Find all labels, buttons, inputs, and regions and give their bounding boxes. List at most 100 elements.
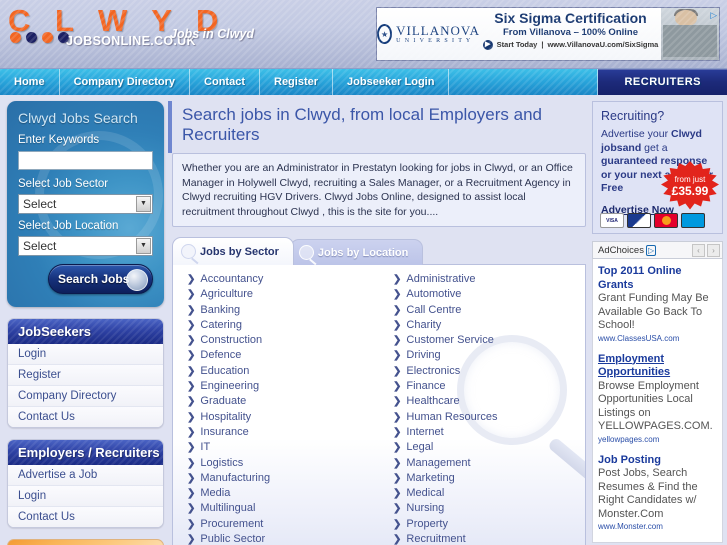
adchoices-label-wrap[interactable]: AdChoices ▷ bbox=[598, 244, 657, 256]
chevron-right-icon: ❯ bbox=[393, 304, 402, 316]
sector-link[interactable]: ❯ Electronics bbox=[393, 364, 585, 379]
sidebar-ad-title[interactable]: Top 2011 Online Grants bbox=[598, 265, 717, 292]
sector-link[interactable]: ❯ Medical bbox=[393, 486, 585, 501]
sector-link[interactable]: ❯ Logistics bbox=[187, 456, 379, 471]
chevron-right-icon: ❯ bbox=[393, 396, 402, 408]
adchoices-triangle-icon[interactable]: ▷ bbox=[710, 10, 717, 21]
search-title-strong: Clwyd Jobs bbox=[18, 110, 90, 126]
sector-link-label: Media bbox=[200, 487, 231, 500]
sidebar-ad-url[interactable]: yellowpages.com bbox=[598, 434, 717, 445]
sector-link[interactable]: ❯ Insurance bbox=[187, 425, 379, 440]
sector-link-label: IT bbox=[200, 441, 211, 454]
banner-advertiser-name: VILLANOVA bbox=[396, 23, 480, 39]
tab-jobs-by-sector[interactable]: Jobs by Sector bbox=[172, 237, 294, 265]
sector-link-label: Administrative bbox=[406, 273, 476, 285]
sector-link[interactable]: ❯ Banking bbox=[187, 303, 379, 318]
sector-link-label: Management bbox=[406, 456, 471, 469]
sector-link[interactable]: ❯ Marketing bbox=[393, 471, 585, 486]
sector-link-label: Healthcare bbox=[406, 395, 460, 408]
sector-link[interactable]: ❯ IT bbox=[187, 440, 379, 455]
sector-link[interactable]: ❯ Administrative bbox=[393, 272, 585, 287]
employers-link-advertise-a-job[interactable]: Advertise a Job bbox=[8, 464, 163, 486]
sector-link-label: Procurement bbox=[200, 517, 264, 530]
sector-link[interactable]: ❯ Engineering bbox=[187, 379, 379, 394]
sector-link[interactable]: ❯ Multilingual bbox=[187, 501, 379, 516]
sector-link-label: Legal bbox=[406, 441, 434, 454]
sector-link[interactable]: ❯ Driving bbox=[393, 348, 585, 363]
sector-link[interactable]: ❯ Property bbox=[393, 517, 585, 532]
jobseekers-link-login[interactable]: Login bbox=[8, 343, 163, 365]
sector-link[interactable]: ❯ Recruitment bbox=[393, 532, 585, 545]
nav-spacer bbox=[449, 69, 599, 95]
banner-ad[interactable]: ★ VILLANOVA U N I V E R S I T Y Six Sigm… bbox=[376, 7, 720, 61]
sector-link[interactable]: ❯ Hospitality bbox=[187, 410, 379, 425]
jobseekers-link-register[interactable]: Register bbox=[8, 364, 163, 386]
sector-link[interactable]: ❯ Education bbox=[187, 364, 379, 379]
sector-link[interactable]: ❯ Accountancy bbox=[187, 272, 379, 287]
sector-link[interactable]: ❯ Catering bbox=[187, 318, 379, 333]
sector-link[interactable]: ❯ Manufacturing bbox=[187, 471, 379, 486]
sector-link[interactable]: ❯ Media bbox=[187, 486, 379, 501]
chevron-down-icon: ▼ bbox=[136, 195, 151, 212]
sidebar-ad[interactable]: Top 2011 Online Grants Grant Funding May … bbox=[598, 265, 717, 344]
jobseekers-link-contact-us[interactable]: Contact Us bbox=[8, 406, 163, 427]
sector-link[interactable]: ❯ Graduate bbox=[187, 394, 379, 409]
sector-link-label: Internet bbox=[406, 425, 444, 438]
sector-link[interactable]: ❯ Finance bbox=[393, 379, 585, 394]
sector-link[interactable]: ❯ Internet bbox=[393, 425, 585, 440]
employers-link-login[interactable]: Login bbox=[8, 485, 163, 507]
location-select[interactable]: Select ▼ bbox=[18, 235, 153, 256]
nav-item-register[interactable]: Register bbox=[260, 69, 334, 95]
sector-link-label: Public Sector bbox=[200, 533, 266, 545]
ads-prev-button[interactable]: ‹ bbox=[692, 243, 705, 257]
sidebar-ad-title[interactable]: Caregiving Agency bbox=[598, 541, 717, 542]
price-badge-amount: £35.99 bbox=[671, 183, 709, 198]
sector-link[interactable]: ❯ Management bbox=[393, 456, 585, 471]
sector-link[interactable]: ❯ Defence bbox=[187, 348, 379, 363]
chevron-right-icon: ❯ bbox=[393, 503, 402, 515]
sector-select[interactable]: Select ▼ bbox=[18, 193, 153, 214]
sidebar-ad-body: Browse Employment Opportunities Local Li… bbox=[598, 379, 713, 433]
maestro-icon bbox=[681, 213, 705, 228]
jobseekers-link-company-directory[interactable]: Company Directory bbox=[8, 385, 163, 407]
sector-link-label: Hospitality bbox=[200, 410, 252, 423]
chevron-right-icon: ❯ bbox=[187, 396, 196, 408]
nav-item-jobseeker-login[interactable]: Jobseeker Login bbox=[333, 69, 450, 95]
sector-link[interactable]: ❯ Legal bbox=[393, 440, 585, 455]
ads-next-button[interactable]: › bbox=[707, 243, 720, 257]
sector-link[interactable]: ❯ Construction bbox=[187, 333, 379, 348]
search-jobs-button[interactable]: Search Jobs bbox=[48, 263, 153, 294]
sector-link[interactable]: ❯ Human Resources bbox=[393, 410, 585, 425]
banner-advertiser: ★ VILLANOVA U N I V E R S I T Y bbox=[377, 8, 480, 60]
sidebar-ads-list: Top 2011 Online Grants Grant Funding May … bbox=[592, 259, 723, 543]
sector-link[interactable]: ❯ Call Centre bbox=[393, 303, 585, 318]
rss-panel[interactable]: Clwyd Jobs by RSS The very latest Clwyd … bbox=[7, 538, 164, 545]
sector-link[interactable]: ❯ Customer Service bbox=[393, 333, 585, 348]
nav-item-home[interactable]: Home bbox=[0, 69, 60, 95]
employers-link-contact-us[interactable]: Contact Us bbox=[8, 506, 163, 527]
sidebar-ad-url[interactable]: www.ClassesUSA.com bbox=[598, 333, 717, 344]
sector-link[interactable]: ❯ Healthcare bbox=[393, 394, 585, 409]
banner-advertiser-sub: U N I V E R S I T Y bbox=[396, 37, 472, 44]
sector-link[interactable]: ❯ Public Sector bbox=[187, 532, 379, 545]
nav-item-contact[interactable]: Contact bbox=[190, 69, 260, 95]
sidebar-ad[interactable]: Job Posting Post Jobs, Search Resumes & F… bbox=[598, 454, 717, 533]
sidebar-ad[interactable]: Caregiving AgencyCaregivers & Careseeker… bbox=[598, 541, 717, 542]
sidebar-ad-url[interactable]: www.Monster.com bbox=[598, 521, 717, 532]
sector-link[interactable]: ❯ Nursing bbox=[393, 501, 585, 516]
sector-link[interactable]: ❯ Automotive bbox=[393, 287, 585, 302]
sector-link[interactable]: ❯ Charity bbox=[393, 318, 585, 333]
sidebar-ad-title[interactable]: Job Posting bbox=[598, 454, 717, 468]
banner-cta[interactable]: Start Today bbox=[497, 39, 538, 51]
keywords-input[interactable] bbox=[18, 150, 153, 170]
sector-link[interactable]: ❯ Agriculture bbox=[187, 287, 379, 302]
sector-link[interactable]: ❯ Procurement bbox=[187, 517, 379, 532]
tab-jobs-by-location[interactable]: Jobs by Location bbox=[289, 239, 424, 265]
banner-url[interactable]: www.VillanovaU.com/SixSigma bbox=[547, 39, 658, 51]
nav-item-recruiters[interactable]: RECRUITERS bbox=[598, 69, 727, 95]
nav-item-company-directory[interactable]: Company Directory bbox=[60, 69, 191, 95]
sidebar-ad-title[interactable]: Employment Opportunities bbox=[598, 353, 717, 380]
chevron-right-icon: ❯ bbox=[187, 442, 196, 454]
chevron-right-icon: ❯ bbox=[187, 289, 196, 301]
sidebar-ad[interactable]: Employment Opportunities Browse Employmen… bbox=[598, 353, 717, 445]
